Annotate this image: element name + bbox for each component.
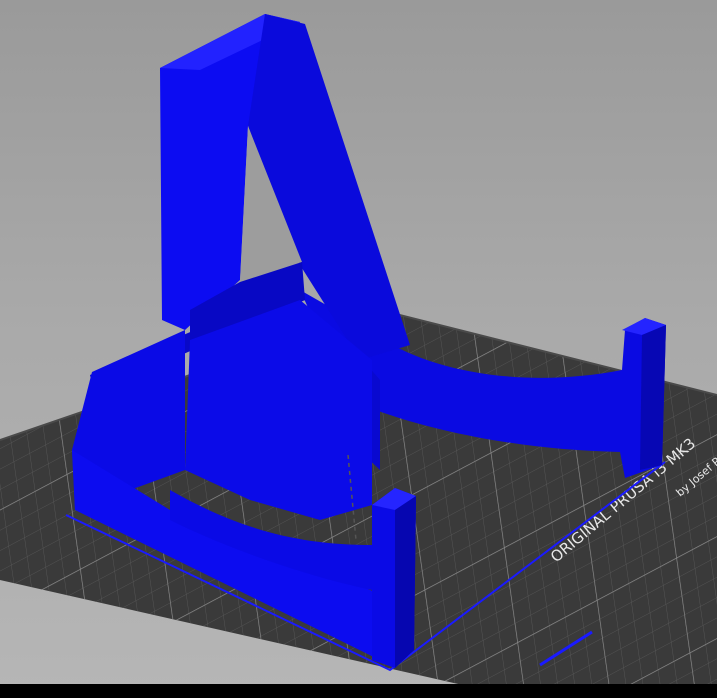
scene-canvas[interactable]: ORIGINAL PRUSA i3 MK3 by Josef P [0,0,717,698]
3d-viewport[interactable]: ORIGINAL PRUSA i3 MK3 by Josef P [0,0,717,698]
bottom-bar [0,684,717,698]
